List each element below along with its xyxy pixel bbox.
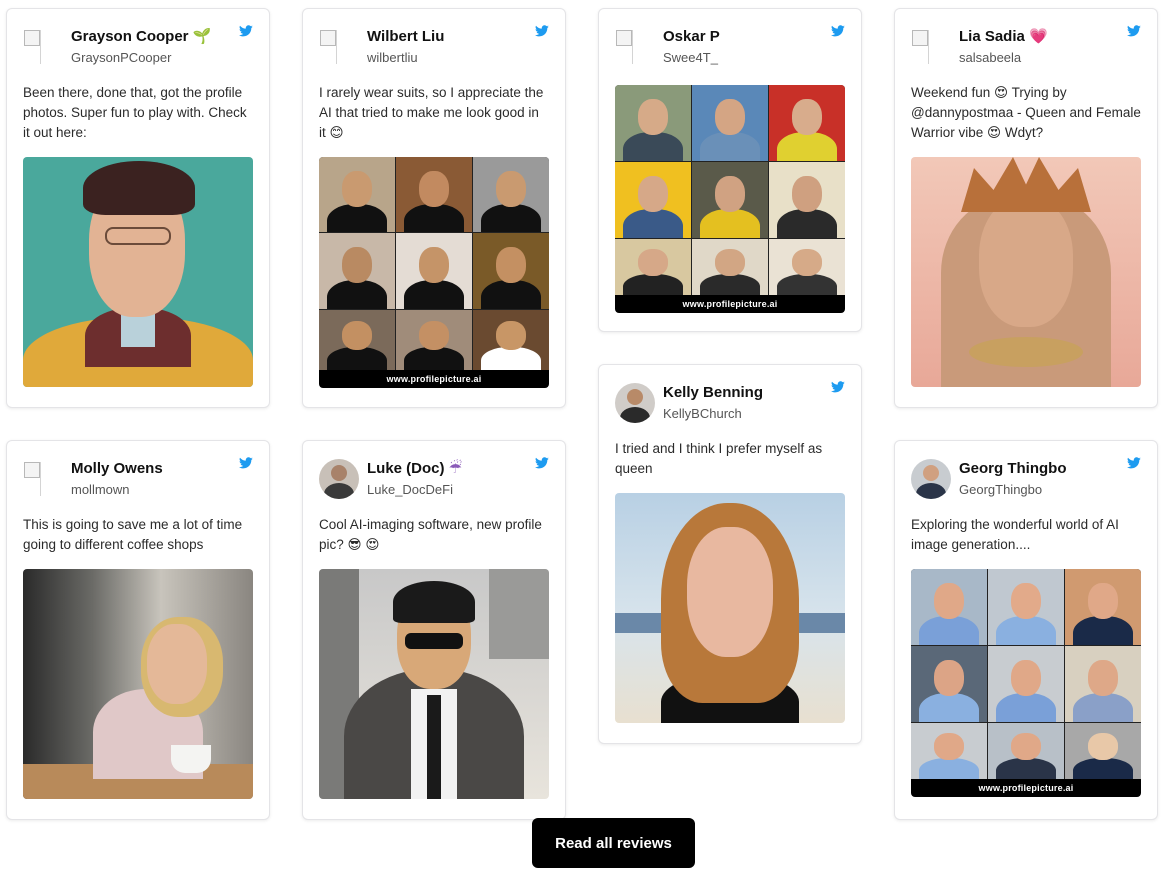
review-text: Cool AI-imaging software, new profile pi… bbox=[319, 517, 542, 552]
read-all-reviews-button[interactable]: Read all reviews bbox=[532, 818, 695, 868]
review-photo bbox=[911, 157, 1141, 387]
reviewer-handle: GeorgThingbo bbox=[959, 482, 1043, 497]
review-card: Luke (Doc) ☔ Luke_DocDeFi Cool AI-imagin… bbox=[302, 440, 566, 820]
avatar bbox=[615, 383, 655, 423]
review-photo bbox=[319, 569, 549, 799]
review-text: Exploring the wonderful world of AI imag… bbox=[911, 517, 1119, 552]
watermark: www.profilepicture.ai bbox=[615, 295, 845, 313]
reviewer-name-row: Molly Owens bbox=[71, 459, 163, 479]
twitter-icon[interactable] bbox=[535, 457, 549, 469]
review-text: I rarely wear suits, so I appreciate the… bbox=[319, 85, 544, 140]
reviewer-handle: mollmown bbox=[71, 482, 130, 497]
watermark: www.profilepicture.ai bbox=[911, 779, 1141, 797]
review-text: Weekend fun 😍 Trying by @dannypostmaa - … bbox=[911, 85, 1141, 140]
twitter-icon[interactable] bbox=[535, 25, 549, 37]
twitter-icon[interactable] bbox=[1127, 457, 1141, 469]
avatar bbox=[911, 27, 951, 67]
reviewer-name: Lia Sadia bbox=[959, 28, 1025, 45]
review-text: Been there, done that, got the profile p… bbox=[23, 85, 247, 140]
twitter-icon[interactable] bbox=[831, 381, 845, 393]
reviewer-handle: KellyBChurch bbox=[663, 406, 742, 421]
review-card: Georg Thingbo GeorgThingbo Exploring the… bbox=[894, 440, 1158, 820]
name-emoji: 💗 bbox=[1029, 28, 1048, 45]
twitter-icon[interactable] bbox=[239, 25, 253, 37]
review-card: Wilbert Liu wilbertliu I rarely wear sui… bbox=[302, 8, 566, 408]
twitter-icon[interactable] bbox=[239, 457, 253, 469]
reviewer-handle: wilbertliu bbox=[367, 50, 418, 65]
review-photo: www.profilepicture.ai bbox=[911, 569, 1141, 797]
review-card: Oskar P Swee4T_ www.profilepicture.ai bbox=[598, 8, 862, 332]
reviewer-name-row: Kelly Benning bbox=[663, 383, 763, 403]
watermark: www.profilepicture.ai bbox=[319, 370, 549, 388]
review-photo: www.profilepicture.ai bbox=[615, 85, 845, 313]
twitter-icon[interactable] bbox=[831, 25, 845, 37]
avatar bbox=[23, 459, 63, 499]
review-photo bbox=[23, 569, 253, 799]
review-text: This is going to save me a lot of time g… bbox=[23, 517, 243, 552]
avatar bbox=[615, 27, 655, 67]
avatar bbox=[23, 27, 63, 67]
reviewer-name: Kelly Benning bbox=[663, 384, 764, 401]
reviewer-name-row: Lia Sadia 💗 bbox=[959, 27, 1048, 47]
avatar bbox=[319, 459, 359, 499]
name-emoji: 🌱 bbox=[192, 28, 212, 45]
avatar bbox=[911, 459, 951, 499]
reviewer-name-row: Grayson Cooper 🌱 bbox=[71, 27, 211, 47]
reviewer-handle: GraysonPCooper bbox=[71, 50, 172, 65]
review-card: Lia Sadia 💗 salsabeela Weekend fun 😍 Try… bbox=[894, 8, 1158, 408]
avatar bbox=[319, 27, 359, 67]
review-card: Molly Owens mollmown This is going to sa… bbox=[6, 440, 270, 820]
reviewer-name: Georg Thingbo bbox=[959, 460, 1067, 477]
reviewer-name: Wilbert Liu bbox=[367, 28, 445, 45]
reviewer-name-row: Wilbert Liu bbox=[367, 27, 444, 47]
review-text: I tried and I think I prefer myself as q… bbox=[615, 441, 823, 476]
review-card: Kelly Benning KellyBChurch I tried and I… bbox=[598, 364, 862, 744]
reviewer-name-row: Oskar P bbox=[663, 27, 720, 47]
reviewer-handle: salsabeela bbox=[959, 50, 1022, 65]
reviewer-name-row: Luke (Doc) ☔ bbox=[367, 459, 462, 479]
twitter-icon[interactable] bbox=[1127, 25, 1141, 37]
reviewer-name: Oskar P bbox=[663, 28, 720, 45]
reviewer-handle: Swee4T_ bbox=[663, 50, 718, 65]
name-emoji: ☔ bbox=[448, 460, 463, 477]
reviewer-name: Molly Owens bbox=[71, 460, 163, 477]
review-photo: www.profilepicture.ai bbox=[319, 157, 549, 388]
review-photo bbox=[23, 157, 253, 387]
reviewer-name: Luke (Doc) bbox=[367, 460, 445, 477]
review-photo bbox=[615, 493, 845, 723]
reviewer-name-row: Georg Thingbo bbox=[959, 459, 1066, 479]
reviewer-handle: Luke_DocDeFi bbox=[367, 482, 453, 497]
review-card: Grayson Cooper 🌱 GraysonPCooper Been the… bbox=[6, 8, 270, 408]
reviewer-name: Grayson Cooper bbox=[71, 28, 189, 45]
